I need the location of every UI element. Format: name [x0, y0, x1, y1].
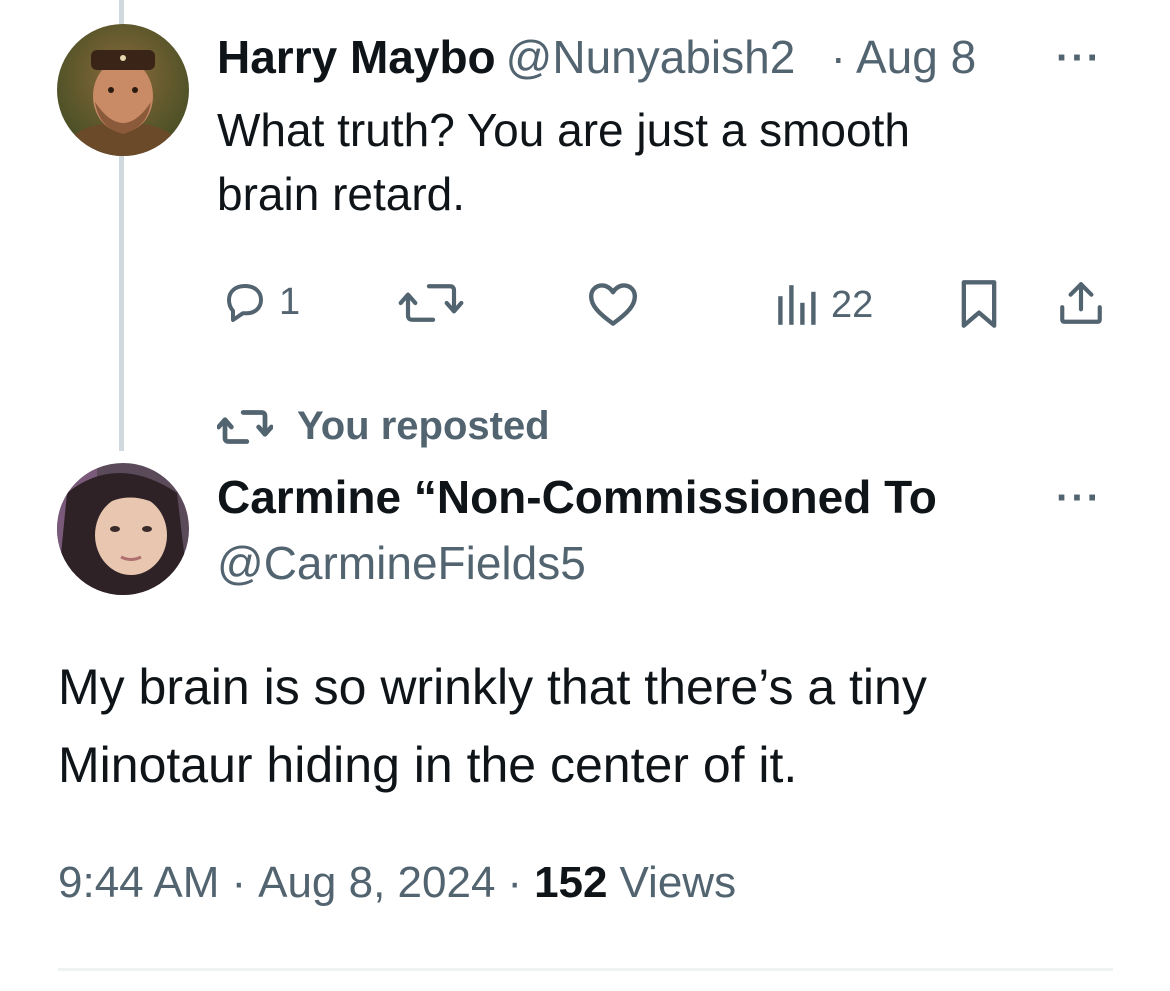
reply-more-icon[interactable]: ··· — [1056, 36, 1102, 81]
share-button[interactable] — [1056, 278, 1106, 328]
reply-text-line-2: brain retard. — [217, 168, 466, 220]
reply-button[interactable]: 1 — [219, 278, 300, 326]
repost-icon — [398, 284, 464, 322]
views-button[interactable]: 22 — [773, 283, 873, 327]
repost-button[interactable] — [398, 280, 464, 326]
reply-text: What truth? You are just a smooth brain … — [217, 98, 1117, 226]
reply-date[interactable]: Aug 8 — [856, 30, 976, 84]
repost-banner-label: You reposted — [297, 404, 550, 448]
bottom-divider — [58, 968, 1113, 971]
bookmark-button[interactable] — [956, 278, 1002, 330]
avatar-harry[interactable] — [57, 24, 189, 156]
reply-count: 1 — [279, 280, 301, 323]
views-icon — [778, 285, 816, 325]
avatar-carmine[interactable] — [57, 463, 189, 595]
main-views-label[interactable]: Views — [620, 858, 737, 908]
meta-separator-1: · — [231, 858, 247, 907]
bookmark-icon — [961, 280, 997, 328]
reply-author-name[interactable]: Harry Maybo — [217, 30, 496, 84]
views-count: 22 — [831, 283, 874, 326]
main-handle[interactable]: @CarmineFields5 — [217, 536, 586, 590]
main-text-line-1: My brain is so wrinkly that there’s a ti… — [58, 659, 927, 715]
avatar-photo-woman — [57, 463, 189, 595]
repost-banner-icon — [217, 409, 273, 444]
reply-handle[interactable]: @Nunyabish2 — [506, 30, 821, 84]
reply-text-line-1: What truth? You are just a smooth — [217, 104, 910, 156]
meta-separator-2: · — [507, 858, 523, 907]
main-text-line-2: Minotaur hiding in the center of it. — [58, 737, 798, 793]
main-more-icon[interactable]: ··· — [1056, 476, 1102, 521]
main-tweet-text: My brain is so wrinkly that there’s a ti… — [58, 648, 1148, 804]
like-button[interactable] — [585, 280, 641, 328]
main-tweet-meta: 9:44 AM · Aug 8, 2024 · 152 Views — [58, 858, 736, 908]
main-views-count[interactable]: 152 — [534, 858, 607, 908]
like-icon — [589, 283, 637, 326]
avatar-photo-man — [57, 24, 189, 156]
reply-header: Harry Maybo @Nunyabish2 · Aug 8 — [217, 30, 976, 84]
main-author-name[interactable]: Carmine “Non-Commissioned To — [217, 470, 1027, 524]
repost-banner: You reposted — [217, 404, 550, 449]
reply-icon — [227, 284, 263, 322]
reply-separator: · — [830, 31, 846, 83]
main-tweet-date[interactable]: Aug 8, 2024 — [258, 858, 495, 908]
share-icon — [1060, 282, 1102, 324]
main-tweet-time[interactable]: 9:44 AM — [58, 858, 219, 908]
